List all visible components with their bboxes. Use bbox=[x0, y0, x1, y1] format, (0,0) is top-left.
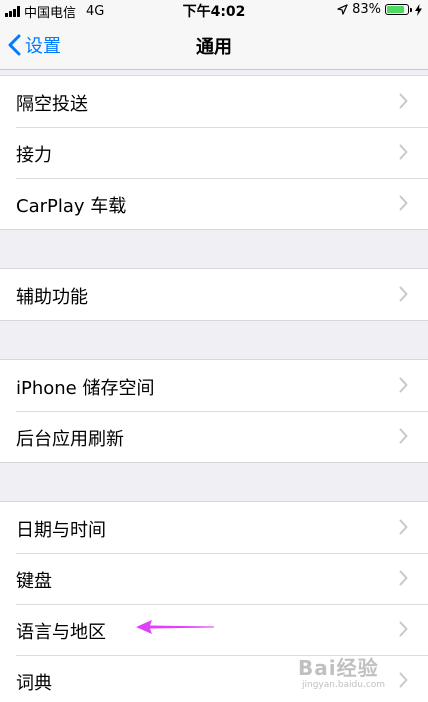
row-label: 后台应用刷新 bbox=[16, 429, 124, 450]
row-label: 语言与地区 bbox=[16, 622, 106, 643]
row-carplay[interactable]: CarPlay 车载 bbox=[0, 178, 428, 229]
row-label: 键盘 bbox=[16, 571, 52, 592]
row-keyboard[interactable]: 键盘 bbox=[0, 553, 428, 604]
status-right: 83% bbox=[337, 2, 422, 17]
row-label: iPhone 储存空间 bbox=[16, 378, 155, 399]
settings-group-accessibility: 辅助功能 bbox=[0, 268, 428, 321]
chevron-right-icon bbox=[399, 144, 408, 160]
row-handoff[interactable]: 接力 bbox=[0, 127, 428, 178]
row-label: 词典 bbox=[16, 673, 52, 694]
row-iphone-storage[interactable]: iPhone 储存空间 bbox=[0, 360, 428, 411]
navigation-bar: 设置 通用 bbox=[0, 20, 428, 70]
row-label: 接力 bbox=[16, 145, 52, 166]
row-label: CarPlay 车载 bbox=[16, 196, 127, 217]
chevron-right-icon bbox=[399, 428, 408, 444]
battery-tip bbox=[410, 8, 412, 12]
row-label: 辅助功能 bbox=[16, 287, 88, 308]
battery-icon bbox=[385, 4, 412, 15]
watermark-logo: Bai经验 jingyan.baidu.com bbox=[298, 650, 422, 696]
row-background-refresh[interactable]: 后台应用刷新 bbox=[0, 411, 428, 462]
chevron-right-icon bbox=[399, 377, 408, 393]
row-airdrop[interactable]: 隔空投送 bbox=[0, 76, 428, 127]
chevron-right-icon bbox=[399, 621, 408, 637]
chevron-right-icon bbox=[399, 93, 408, 109]
row-date-time[interactable]: 日期与时间 bbox=[0, 502, 428, 553]
row-label: 日期与时间 bbox=[16, 520, 106, 541]
status-bar: 中国电信 4G 下午4:02 83% bbox=[0, 0, 428, 21]
row-label: 隔空投送 bbox=[16, 94, 88, 115]
page-title: 通用 bbox=[196, 37, 232, 58]
chevron-right-icon bbox=[399, 570, 408, 586]
chevron-right-icon bbox=[399, 286, 408, 302]
charging-bolt-icon bbox=[415, 3, 422, 16]
arrow-annotation-icon bbox=[136, 620, 214, 634]
watermark-brand: Bai经验 bbox=[298, 656, 379, 680]
battery-percent: 83% bbox=[352, 2, 381, 17]
location-icon bbox=[337, 4, 348, 15]
chevron-right-icon bbox=[399, 195, 408, 211]
screen: 中国电信 4G 下午4:02 83% 设置 通用 隔空投送 接力 CarPlay… bbox=[0, 0, 428, 702]
battery-fill bbox=[387, 6, 404, 13]
settings-group-storage: iPhone 储存空间 后台应用刷新 bbox=[0, 359, 428, 463]
row-accessibility[interactable]: 辅助功能 bbox=[0, 269, 428, 320]
chevron-right-icon bbox=[399, 519, 408, 535]
settings-group-sharing: 隔空投送 接力 CarPlay 车载 bbox=[0, 75, 428, 230]
watermark-url: jingyan.baidu.com bbox=[302, 680, 386, 690]
